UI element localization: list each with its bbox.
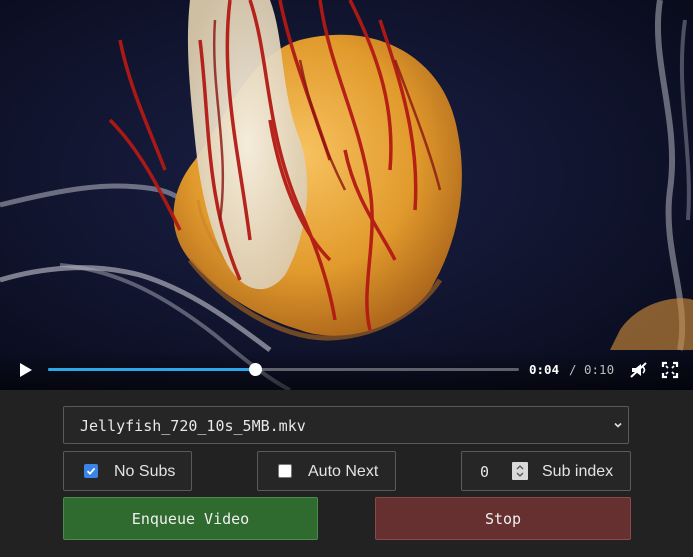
no-subs-option: No Subs [63, 451, 192, 491]
fullscreen-button[interactable] [660, 360, 680, 380]
video-player[interactable]: 0:04 / 0:10 [0, 0, 693, 390]
chevron-down-icon [614, 422, 622, 428]
play-button[interactable] [12, 360, 36, 380]
sub-index-input[interactable]: 0 [466, 456, 530, 486]
video-controls: 0:04 / 0:10 [0, 350, 693, 390]
auto-next-label: Auto Next [308, 463, 379, 480]
seek-thumb[interactable] [249, 363, 263, 376]
play-icon [20, 363, 32, 377]
auto-next-option: Auto Next [257, 451, 396, 491]
sub-index-option: 0 Sub index [461, 451, 631, 491]
volume-muted-icon [630, 362, 647, 378]
fullscreen-icon [661, 361, 679, 379]
mute-button[interactable] [629, 360, 649, 380]
video-file-select[interactable]: Jellyfish_720_10s_5MB.mkv [63, 406, 629, 444]
sub-index-stepper[interactable] [512, 462, 528, 480]
spinner-arrows-icon [516, 465, 524, 477]
no-subs-label: No Subs [114, 463, 176, 480]
seek-slider[interactable] [48, 363, 519, 376]
auto-next-checkbox[interactable] [278, 464, 292, 478]
seek-progress [48, 368, 256, 371]
no-subs-checkbox[interactable] [84, 464, 98, 478]
sub-index-label: Sub index [542, 463, 614, 480]
video-frame [0, 0, 693, 390]
enqueue-video-button[interactable]: Enqueue Video [63, 497, 318, 540]
duration: 0:10 [584, 362, 615, 377]
selected-file: Jellyfish_720_10s_5MB.mkv [80, 417, 306, 435]
stop-button[interactable]: Stop [375, 497, 631, 540]
sub-index-value: 0 [480, 463, 490, 481]
checkmark-icon [86, 467, 96, 475]
time-separator: / [569, 362, 577, 377]
current-time: 0:04 [529, 362, 560, 377]
